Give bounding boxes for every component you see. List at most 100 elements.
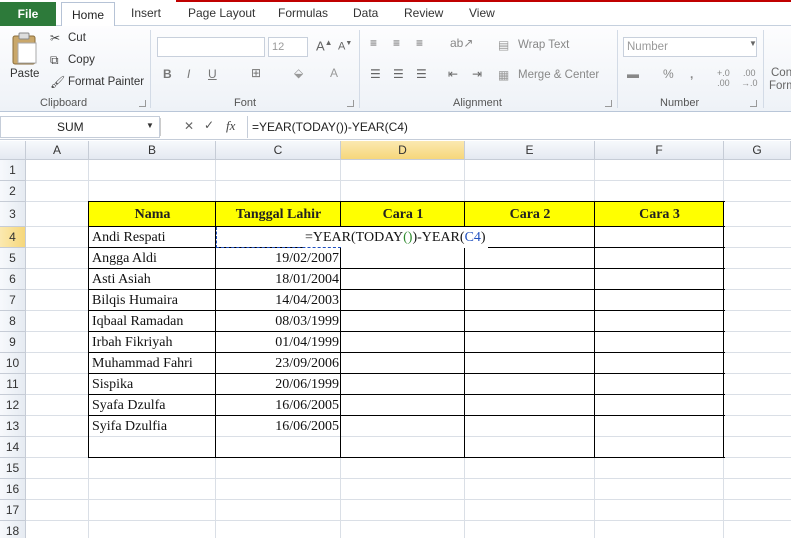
borders-icon[interactable]: ⊞ xyxy=(251,66,261,80)
cell-nama[interactable]: Andi Respati xyxy=(92,227,166,248)
column-header-c[interactable]: C xyxy=(216,141,341,160)
paste-button[interactable]: Paste xyxy=(8,30,42,90)
increase-decimal-icon[interactable]: +.0.00 xyxy=(717,68,730,88)
align-top-icon[interactable]: ≡ xyxy=(370,36,377,50)
align-center-icon[interactable]: ☰ xyxy=(393,67,404,81)
font-size-select[interactable]: 12 xyxy=(268,37,308,57)
name-box[interactable]: SUM xyxy=(0,116,160,138)
font-launcher-icon[interactable] xyxy=(347,100,354,107)
row-header-16[interactable]: 16 xyxy=(0,479,26,500)
column-header-a[interactable]: A xyxy=(26,141,89,160)
cancel-icon[interactable]: ✕ xyxy=(184,119,194,133)
grow-font-icon[interactable]: A▲ xyxy=(316,38,333,53)
tab-formulas[interactable]: Formulas xyxy=(278,6,328,20)
cell-tanggal-lahir[interactable]: 08/03/1999 xyxy=(216,311,339,332)
format-painter-button[interactable]: Format Painter xyxy=(68,76,144,88)
conditional-formatting-label-2[interactable]: Form xyxy=(769,80,791,92)
cell-nama[interactable]: Bilqis Humaira xyxy=(92,290,178,311)
font-color-icon[interactable]: A xyxy=(330,66,338,80)
row-header-10[interactable]: 10 xyxy=(0,353,26,374)
insert-function-button[interactable]: fx xyxy=(226,118,235,134)
cell-tanggal-lahir[interactable]: 16/06/2005 xyxy=(216,395,339,416)
cell-nama[interactable]: Muhammad Fahri xyxy=(92,353,193,374)
align-bottom-icon[interactable]: ≡ xyxy=(416,36,423,50)
cell-nama[interactable]: Irbah Fikriyah xyxy=(92,332,172,353)
cell-nama[interactable]: Sispika xyxy=(92,374,133,395)
number-launcher-icon[interactable] xyxy=(750,100,757,107)
align-middle-icon[interactable]: ≡ xyxy=(393,36,400,50)
tab-view[interactable]: View xyxy=(469,6,495,20)
row-header-15[interactable]: 15 xyxy=(0,458,26,479)
chevron-down-icon[interactable]: ▼ xyxy=(146,121,154,130)
conditional-formatting-label-1[interactable]: Con xyxy=(771,67,791,79)
header-cara-2[interactable]: Cara 2 xyxy=(465,202,595,227)
cell-tanggal-lahir[interactable]: 23/09/2006 xyxy=(216,353,339,374)
merge-center-button[interactable]: Merge & Center xyxy=(518,69,599,81)
row-header-9[interactable]: 9 xyxy=(0,332,26,353)
wrap-text-button[interactable]: Wrap Text xyxy=(518,39,569,51)
cell-tanggal-lahir[interactable]: 14/04/2003 xyxy=(216,290,339,311)
cell-nama[interactable]: Syifa Dzulfia xyxy=(92,416,167,437)
number-format-select[interactable]: Number xyxy=(623,37,757,57)
tab-data[interactable]: Data xyxy=(353,6,378,20)
shrink-font-icon[interactable]: A▼ xyxy=(338,40,352,53)
row-header-1[interactable]: 1 xyxy=(0,160,26,181)
cell-nama[interactable]: Angga Aldi xyxy=(92,248,157,269)
align-left-icon[interactable]: ☰ xyxy=(370,67,381,81)
header-cara-3[interactable]: Cara 3 xyxy=(595,202,724,227)
header-tanggal-lahir[interactable]: Tanggal Lahir xyxy=(216,202,341,227)
underline-button[interactable]: U xyxy=(208,67,217,81)
currency-icon[interactable]: ▬ xyxy=(627,67,639,81)
cell-nama[interactable]: Syafa Dzulfa xyxy=(92,395,165,416)
cut-button[interactable]: Cut xyxy=(68,32,86,44)
copy-button[interactable]: Copy xyxy=(68,54,95,66)
clipboard-launcher-icon[interactable] xyxy=(139,100,146,107)
percent-button[interactable]: % xyxy=(663,67,674,81)
tab-review[interactable]: Review xyxy=(404,6,443,20)
column-header-b[interactable]: B xyxy=(89,141,216,160)
tab-insert[interactable]: Insert xyxy=(131,6,161,20)
row-header-18[interactable]: 18 xyxy=(0,521,26,538)
row-header-5[interactable]: 5 xyxy=(0,248,26,269)
row-header-7[interactable]: 7 xyxy=(0,290,26,311)
italic-button[interactable]: I xyxy=(187,67,190,81)
decrease-indent-icon[interactable]: ⇤ xyxy=(448,67,458,81)
enter-check-icon[interactable]: ✓ xyxy=(204,118,214,132)
formula-input[interactable]: =YEAR(TODAY())-YEAR(C4) xyxy=(252,120,408,134)
cell-tanggal-lahir[interactable]: 16/06/2005 xyxy=(216,416,339,437)
bold-button[interactable]: B xyxy=(163,67,172,81)
select-all-corner[interactable] xyxy=(0,141,26,160)
comma-button[interactable]: , xyxy=(690,67,693,81)
orientation-icon[interactable]: ab↗ xyxy=(450,36,473,50)
row-header-12[interactable]: 12 xyxy=(0,395,26,416)
tab-file[interactable]: File xyxy=(0,2,56,26)
font-name-select[interactable] xyxy=(157,37,265,57)
row-header-2[interactable]: 2 xyxy=(0,181,26,202)
cell-tanggal-lahir[interactable]: 19/02/2007 xyxy=(216,248,339,269)
row-header-6[interactable]: 6 xyxy=(0,269,26,290)
row-header-11[interactable]: 11 xyxy=(0,374,26,395)
row-header-8[interactable]: 8 xyxy=(0,311,26,332)
column-header-e[interactable]: E xyxy=(465,141,595,160)
cell-nama[interactable]: Iqbaal Ramadan xyxy=(92,311,183,332)
column-header-f[interactable]: F xyxy=(595,141,724,160)
row-header-14[interactable]: 14 xyxy=(0,437,26,458)
tab-home[interactable]: Home xyxy=(61,2,115,27)
fill-color-icon[interactable]: ⬙ xyxy=(294,66,303,80)
cell-tanggal-lahir[interactable]: 18/01/2004 xyxy=(216,269,339,290)
cell-nama[interactable]: Asti Asiah xyxy=(92,269,151,290)
row-header-17[interactable]: 17 xyxy=(0,500,26,521)
tab-page-layout[interactable]: Page Layout xyxy=(188,6,255,20)
alignment-launcher-icon[interactable] xyxy=(605,100,612,107)
cell-tanggal-lahir[interactable]: 01/04/1999 xyxy=(216,332,339,353)
align-right-icon[interactable]: ☰ xyxy=(416,67,427,81)
increase-indent-icon[interactable]: ⇥ xyxy=(472,67,482,81)
column-header-g[interactable]: G xyxy=(724,141,791,160)
row-header-13[interactable]: 13 xyxy=(0,416,26,437)
decrease-decimal-icon[interactable]: .00 →.0 xyxy=(741,68,758,88)
header-nama[interactable]: Nama xyxy=(89,202,216,227)
cell-tanggal-lahir[interactable]: 20/06/1999 xyxy=(216,374,339,395)
column-header-d[interactable]: D xyxy=(341,141,465,160)
row-header-3[interactable]: 3 xyxy=(0,202,26,227)
header-cara-1[interactable]: Cara 1 xyxy=(341,202,465,227)
